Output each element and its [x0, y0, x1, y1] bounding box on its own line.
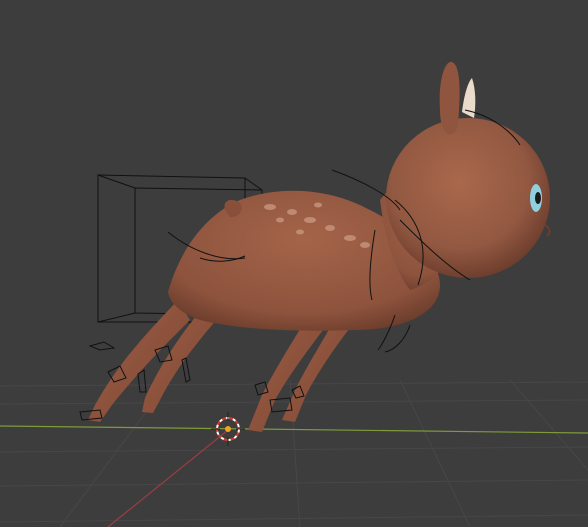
deer-model[interactable] — [88, 61, 551, 432]
3d-cursor-icon[interactable] — [211, 412, 245, 446]
viewport-canvas[interactable] — [0, 0, 588, 527]
3d-viewport[interactable] — [0, 0, 588, 527]
y-axis-line — [107, 429, 229, 527]
